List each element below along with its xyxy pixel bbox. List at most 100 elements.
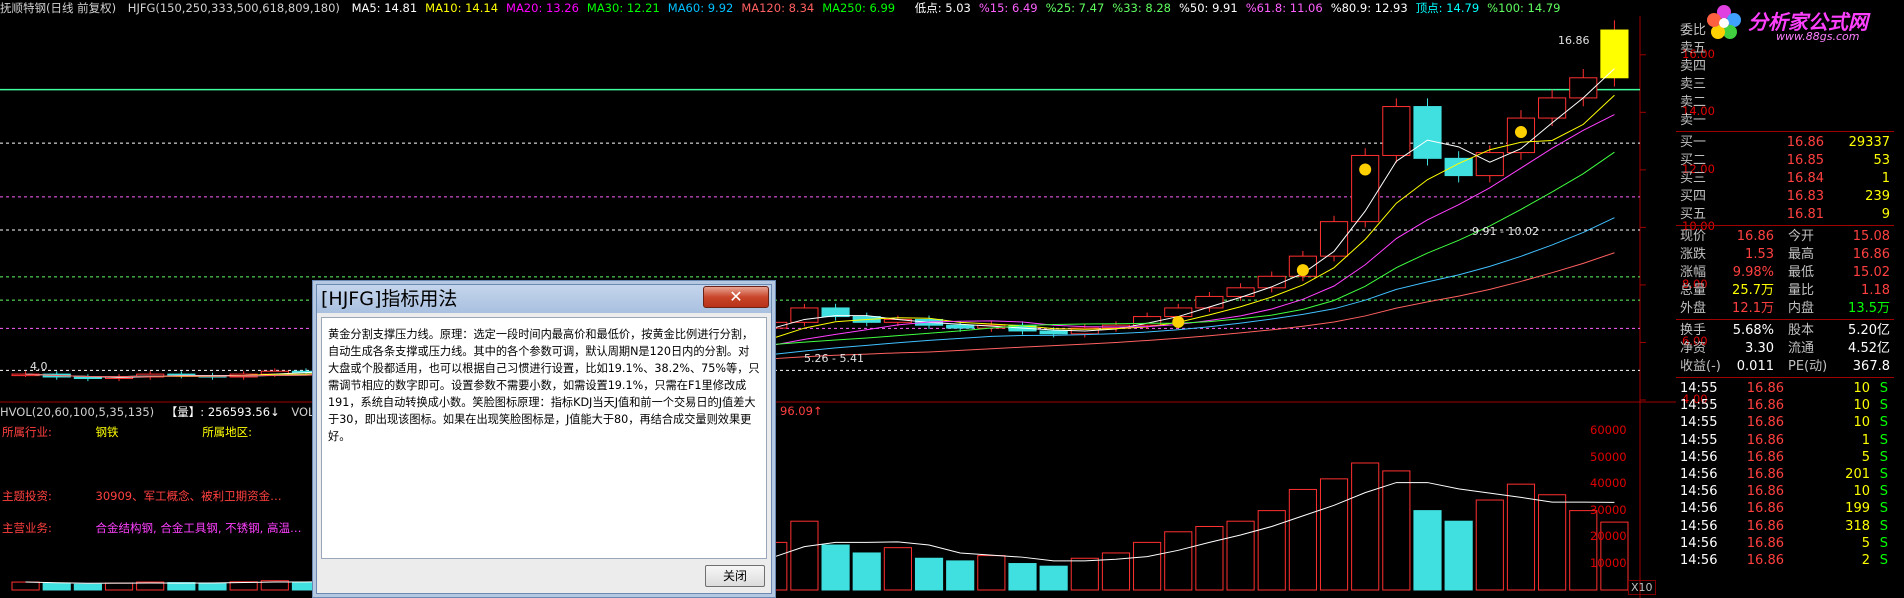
quote-label: 外盘 [1680, 301, 1707, 316]
quote-label-2: 内盘 [1788, 301, 1815, 316]
buy-label: 买四 [1680, 189, 1707, 204]
quote-value-2: 1.18 [1861, 283, 1890, 298]
dialog-body-text: 黄金分割支撑压力线。原理：选定一段时间内最高价和最低价，按黄金比例进行分割，自动… [321, 317, 767, 559]
volume-bar-41 [1288, 488, 1317, 591]
candle-33 [1039, 330, 1068, 335]
left-low-label: 4.0 [30, 360, 48, 373]
tick-side: S [1879, 432, 1888, 448]
tick-row: 14:56 16.86 2 S [1676, 552, 1894, 569]
tick-volume: 10 [1853, 381, 1870, 396]
quote-label-2: 最低 [1788, 265, 1815, 280]
tick-volume: 5 [1861, 449, 1870, 465]
indicator-help-dialog[interactable]: [HJFG]指标用法 ✕ 黄金分割支撑压力线。原理：选定一段时间内最高价和最低价… [316, 284, 772, 594]
tick-row: 14:56 16.86 318 S [1676, 518, 1894, 535]
quote-label: 涨跌 [1680, 247, 1707, 262]
quote-row: 总量 25.7万 量比 1.18 [1676, 282, 1894, 300]
volume-bar-50 [1569, 510, 1598, 591]
candle-25 [790, 307, 819, 323]
tick-price: 16.86 [1746, 415, 1784, 431]
candle-50 [1569, 77, 1598, 99]
candle-30 [946, 324, 975, 329]
quote-label: 总量 [1680, 283, 1707, 298]
theme-label: 主题投资: [2, 489, 52, 503]
tick-side: S [1879, 381, 1888, 396]
volume-bar-45 [1413, 510, 1442, 591]
panel-separator [1676, 377, 1894, 378]
committee-label: 委比 [1680, 23, 1707, 38]
volume-bar-39 [1226, 520, 1255, 591]
dialog-close-button[interactable]: ✕ [703, 286, 769, 308]
tick-volume: 201 [1845, 467, 1870, 482]
tick-row: 14:55 16.86 10 S [1676, 414, 1894, 431]
ma-line-0 [25, 68, 1615, 378]
smiley-icon-2 [1296, 264, 1309, 277]
tick-volume: 318 [1845, 518, 1870, 534]
volume-bar-30 [946, 560, 975, 591]
tick-row: 14:55 16.86 10 S [1676, 397, 1894, 414]
quote-row: 涨幅 9.98% 最低 15.02 [1676, 264, 1894, 282]
volume-bar-34 [1070, 557, 1099, 591]
volume-tick-2: 40000 [1590, 476, 1627, 491]
buy-price: 16.86 [1786, 135, 1824, 150]
business-row: 主营业务: 合金结构钢, 合金工具钢, 不锈钢, 高温… [2, 520, 301, 536]
volume-bar-0 [11, 581, 40, 591]
volume-bar-42 [1319, 478, 1349, 591]
dialog-ok-button[interactable]: 关闭 [705, 565, 765, 587]
volume-bar-32 [1008, 563, 1037, 591]
tick-side: S [1879, 398, 1888, 414]
tick-volume: 10 [1853, 484, 1870, 500]
candle-44 [1382, 106, 1411, 156]
region-label: 所属地区: [202, 425, 253, 439]
tick-side: S [1879, 484, 1888, 500]
smiley-icon-1 [1172, 315, 1185, 328]
quote-row: 涨跌 1.53 最高 16.86 [1676, 246, 1894, 264]
volume-bar-47 [1475, 499, 1504, 591]
quote-row: 现价 16.86 今开 15.08 [1676, 228, 1894, 246]
volume-bar-46 [1444, 520, 1473, 591]
panel-separator [1676, 225, 1894, 226]
quote-label-2: 量比 [1788, 283, 1815, 298]
buy-label: 买三 [1680, 171, 1707, 186]
ma-line-1 [25, 94, 1615, 378]
candle-39 [1226, 287, 1255, 297]
tick-time: 14:55 [1680, 415, 1718, 431]
fundamental-label: 净资 [1680, 341, 1707, 356]
vol-value: 【量】: 256593.56↓ [165, 405, 280, 419]
volume-bar-33 [1039, 565, 1068, 591]
buy-row: 买四 16.83 239 [1676, 188, 1894, 206]
theme-row: 主题投资: 30909、军工概念、被利卫期资金… [2, 488, 282, 504]
theme-value: 30909、军工概念、被利卫期资金… [95, 489, 282, 503]
fundamental-value-2: 5.20亿 [1848, 323, 1890, 338]
buy-label: 买五 [1680, 207, 1707, 222]
tick-row: 14:56 16.86 201 S [1676, 466, 1894, 483]
tick-time: 14:56 [1680, 501, 1718, 517]
volume-bar-3 [104, 582, 134, 591]
committee-row: 委比 [1676, 22, 1894, 40]
volume-unit: X10 [1628, 580, 1656, 595]
tick-side: S [1879, 535, 1888, 551]
ma-line-2 [25, 114, 1615, 378]
tick-price: 16.86 [1746, 553, 1784, 568]
volume-bar-38 [1195, 525, 1224, 591]
sell-row: 卖五 [1676, 40, 1894, 58]
tick-time: 14:56 [1680, 535, 1718, 551]
volume-bar-25 [790, 520, 819, 591]
candle-45 [1413, 106, 1442, 159]
volume-tick-1: 50000 [1590, 449, 1627, 464]
volume-bar-31 [977, 555, 1006, 591]
tick-time: 14:56 [1680, 518, 1718, 534]
quote-value-2: 15.02 [1852, 265, 1890, 280]
quote-value-2: 13.5万 [1848, 301, 1890, 316]
tick-volume: 2 [1861, 553, 1870, 568]
kline-chart[interactable] [0, 0, 1676, 598]
tick-price: 16.86 [1746, 398, 1784, 414]
buy-volume: 29337 [1848, 135, 1890, 150]
candle-51 [1600, 29, 1629, 79]
tick-volume: 199 [1845, 501, 1870, 517]
volume-bar-43 [1351, 462, 1380, 591]
tick-price: 16.86 [1746, 535, 1784, 551]
sell-label: 卖五 [1680, 41, 1707, 56]
volume-bar-40 [1257, 510, 1286, 591]
buy-volume: 53 [1873, 153, 1890, 168]
fundamental-value-2: 4.52亿 [1848, 341, 1890, 356]
